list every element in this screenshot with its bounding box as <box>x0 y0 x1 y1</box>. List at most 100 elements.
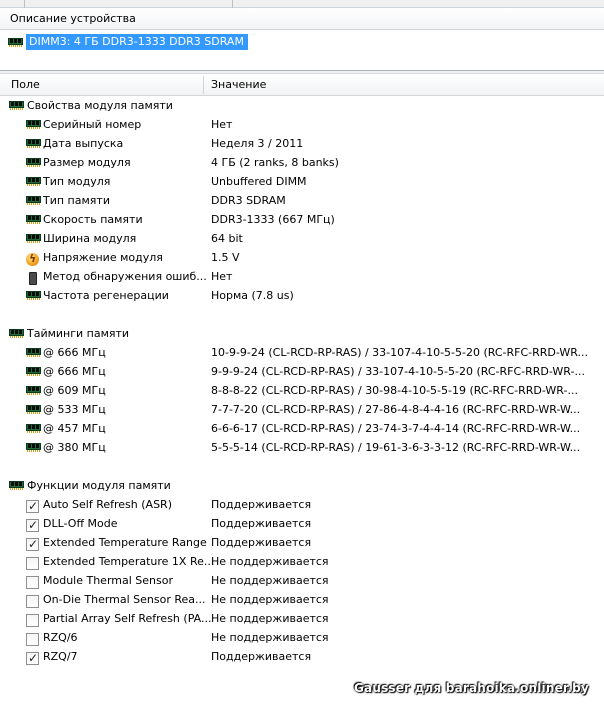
property-label: Метод обнаружения ошиб... <box>43 270 207 283</box>
property-value: DDR3 SDRAM <box>211 194 286 207</box>
error-detection-icon <box>29 272 37 285</box>
timing-value: 9-9-9-24 (CL-RCD-RP-RAS) / 33-107-4-10-5… <box>211 365 585 378</box>
column-divider[interactable] <box>203 76 204 94</box>
feature-value: Не поддерживается <box>211 574 329 587</box>
feature-value: Поддерживается <box>211 650 312 663</box>
timing-row[interactable]: @ 666 МГц 10-9-9-24 (CL-RCD-RP-RAS) / 33-… <box>0 344 604 363</box>
timing-row[interactable]: @ 457 МГц 6-6-6-17 (CL-RCD-RP-RAS) / 23-7… <box>0 420 604 439</box>
feature-label: RZQ/6 <box>43 631 78 644</box>
feature-value: Не поддерживается <box>211 593 329 606</box>
feature-checkbox <box>26 499 39 513</box>
property-row[interactable]: Напряжение модуля 1.5 V <box>0 249 604 268</box>
property-label: Тип памяти <box>43 194 110 207</box>
timing-label: @ 666 МГц <box>43 346 106 359</box>
feature-label: RZQ/7 <box>43 650 78 663</box>
feature-value: Не поддерживается <box>211 555 329 568</box>
memory-module-icon <box>26 405 41 414</box>
property-row[interactable]: Скорость памяти DDR3-1333 (667 МГц) <box>0 211 604 230</box>
property-value: Unbuffered DIMM <box>211 175 307 188</box>
memory-module-icon <box>26 386 41 395</box>
property-label: Частота регенерации <box>43 289 169 302</box>
feature-row[interactable]: On-Die Thermal Sensor Rea... Не поддержив… <box>0 591 604 610</box>
timing-label: @ 533 МГц <box>43 403 106 416</box>
column-header-field[interactable]: Поле <box>11 78 40 91</box>
section-title: Свойства модуля памяти <box>27 99 173 112</box>
feature-row[interactable]: RZQ/6 Не поддерживается <box>0 629 604 648</box>
feature-label: Module Thermal Sensor <box>43 574 173 587</box>
timing-label: @ 380 МГц <box>43 441 106 454</box>
watermark-text: Gausser для barahoika.onliner.by <box>354 681 589 695</box>
timing-row[interactable]: @ 609 МГц 8-8-8-22 (CL-RCD-RP-RAS) / 30-9… <box>0 382 604 401</box>
feature-checkbox <box>26 614 39 627</box>
section-header[interactable]: Тайминги памяти <box>0 325 604 344</box>
property-value: 1.5 V <box>211 251 240 264</box>
column-header-value[interactable]: Значение <box>211 78 266 91</box>
feature-row[interactable]: Module Thermal Sensor Не поддерживается <box>0 572 604 591</box>
feature-checkbox <box>26 537 39 551</box>
feature-value: Поддерживается <box>211 498 312 511</box>
top-toolbar-strip <box>0 0 604 8</box>
timing-label: @ 666 МГц <box>43 365 106 378</box>
feature-label: DLL-Off Mode <box>43 517 118 530</box>
property-row[interactable]: Размер модуля 4 ГБ (2 ranks, 8 banks) <box>0 154 604 173</box>
feature-row[interactable]: RZQ/7 Поддерживается <box>0 648 604 667</box>
memory-module-icon <box>26 424 41 433</box>
section-header[interactable]: Функции модуля памяти <box>0 477 604 496</box>
property-label: Размер модуля <box>43 156 131 169</box>
timing-value: 7-7-7-20 (CL-RCD-RP-RAS) / 27-86-4-8-4-4… <box>211 403 581 416</box>
feature-label: On-Die Thermal Sensor Rea... <box>43 593 206 606</box>
feature-row[interactable]: DLL-Off Mode Поддерживается <box>0 515 604 534</box>
device-description-header: Описание устройства <box>0 8 604 30</box>
property-row[interactable]: Частота регенерации Норма (7.8 us) <box>0 287 604 306</box>
section-header[interactable]: Свойства модуля памяти <box>0 97 604 116</box>
memory-module-icon <box>26 443 41 452</box>
memory-module-icon <box>9 101 24 110</box>
property-value: 64 bit <box>211 232 243 245</box>
memory-module-icon <box>26 158 41 167</box>
property-value: Неделя 3 / 2011 <box>211 137 304 150</box>
memory-module-icon <box>26 348 41 357</box>
feature-row[interactable]: Extended Temperature Range Поддерживается <box>0 534 604 553</box>
memory-module-icon <box>9 481 24 490</box>
list-column-header: Поле Значение <box>0 74 604 96</box>
timing-row[interactable]: @ 533 МГц 7-7-7-20 (CL-RCD-RP-RAS) / 27-8… <box>0 401 604 420</box>
feature-checkbox <box>26 576 39 589</box>
property-row[interactable]: Тип модуля Unbuffered DIMM <box>0 173 604 192</box>
timing-value: 10-9-9-24 (CL-RCD-RP-RAS) / 33-107-4-10-… <box>211 346 589 359</box>
feature-label: Extended Temperature 1X Re... <box>43 555 215 568</box>
timing-row[interactable]: @ 666 МГц 9-9-9-24 (CL-RCD-RP-RAS) / 33-1… <box>0 363 604 382</box>
property-label: Дата выпуска <box>43 137 124 150</box>
timing-label: @ 609 МГц <box>43 384 106 397</box>
memory-module-icon <box>26 215 41 224</box>
feature-row[interactable]: Partial Array Self Refresh (PA... Не подд… <box>0 610 604 629</box>
memory-module-icon <box>8 37 23 47</box>
timing-value: 6-6-6-17 (CL-RCD-RP-RAS) / 23-74-3-7-4-4… <box>211 422 581 435</box>
memory-module-icon <box>26 234 41 243</box>
feature-row[interactable]: Extended Temperature 1X Re... Не поддержи… <box>0 553 604 572</box>
memory-module-icon <box>26 196 41 205</box>
device-title-row[interactable]: DIMM3: 4 ГБ DDR3-1333 DDR3 SDRAM <box>8 33 248 51</box>
feature-checkbox <box>26 518 39 532</box>
property-row[interactable]: Метод обнаружения ошиб... Нет <box>0 268 604 287</box>
device-title-selected[interactable]: DIMM3: 4 ГБ DDR3-1333 DDR3 SDRAM <box>26 34 248 50</box>
feature-row[interactable]: Auto Self Refresh (ASR) Поддерживается <box>0 496 604 515</box>
toolbar-separator <box>24 0 25 8</box>
property-row[interactable]: Серийный номер Нет <box>0 116 604 135</box>
property-row[interactable]: Дата выпуска Неделя 3 / 2011 <box>0 135 604 154</box>
toolbar-separator <box>232 0 233 8</box>
property-value: Норма (7.8 us) <box>211 289 294 302</box>
property-label: Ширина модуля <box>43 232 137 245</box>
timing-value: 8-8-8-22 (CL-RCD-RP-RAS) / 30-98-4-10-5-… <box>211 384 578 397</box>
feature-label: Auto Self Refresh (ASR) <box>43 498 172 511</box>
feature-label: Partial Array Self Refresh (PA... <box>43 612 212 625</box>
memory-module-icon <box>26 291 41 300</box>
feature-value: Не поддерживается <box>211 631 329 644</box>
property-row[interactable]: Тип памяти DDR3 SDRAM <box>0 192 604 211</box>
property-row[interactable]: Ширина модуля 64 bit <box>0 230 604 249</box>
feature-label: Extended Temperature Range <box>43 536 207 549</box>
memory-module-icon <box>26 139 41 148</box>
feature-checkbox <box>26 651 39 665</box>
memory-module-icon <box>9 329 24 338</box>
feature-checkbox <box>26 595 39 608</box>
timing-row[interactable]: @ 380 МГц 5-5-5-14 (CL-RCD-RP-RAS) / 19-6… <box>0 439 604 458</box>
